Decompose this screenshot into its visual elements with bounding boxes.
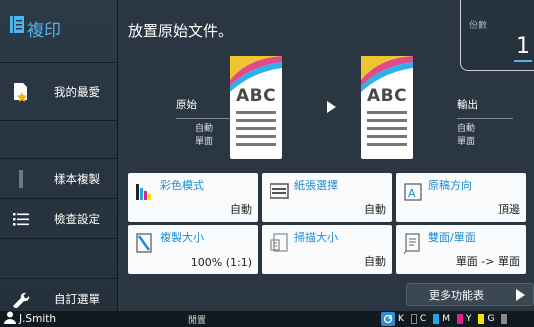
tile-orientation[interactable]: A 原稿方向 頂邊 <box>396 173 526 222</box>
scan-size-icon <box>270 232 290 254</box>
sidebar-item-label: 檢查設定 <box>54 211 100 226</box>
function-grid: 彩色模式 自動 紙張選擇 自動 A 原稿方向 頂邊 複製大小 100% (1:1… <box>128 173 526 274</box>
sidebar-title-label: 複印 <box>27 21 61 41</box>
original-color: 自動 <box>194 124 213 134</box>
duplex-icon <box>403 232 424 255</box>
sidebar-item-sample-copy[interactable]: 樣本複製 <box>0 159 117 199</box>
doc-text: ABC <box>367 86 408 106</box>
tile-name: 掃描大小 <box>294 231 338 244</box>
user-name: J.Smith <box>19 313 57 325</box>
color-mode-icon <box>136 180 156 202</box>
wrench-icon <box>0 290 42 308</box>
user-icon <box>4 311 16 327</box>
user-info[interactable]: J.Smith <box>0 311 170 327</box>
original-document-image: ABC <box>230 56 282 159</box>
reduce-enlarge-icon <box>136 232 156 254</box>
instruction-text: 放置原始文件。 <box>128 22 234 40</box>
copy-document-icon <box>10 16 24 33</box>
tile-value: 自動 <box>364 255 386 268</box>
output-color: 自動 <box>457 124 476 134</box>
tile-name: 原稿方向 <box>428 179 472 192</box>
paper-tray-icon <box>269 180 290 202</box>
sidebar-item-favorites[interactable]: 我的最愛 <box>0 63 117 121</box>
list-icon <box>0 212 42 226</box>
star-document-icon <box>0 82 42 102</box>
output-info: 輸出 自動 單面 <box>457 99 513 149</box>
tile-copy-size[interactable]: 複製大小 100% (1:1) <box>128 225 258 274</box>
sidebar: 複印 我的最愛 樣本複製 檢查設定 自訂選單 <box>0 0 118 319</box>
arrow-right-icon <box>516 289 525 301</box>
doc-lines <box>236 111 276 151</box>
ink-chip-g <box>501 314 508 324</box>
tile-value: 自動 <box>230 203 252 216</box>
more-functions-button[interactable]: 更多功能表 <box>406 283 534 306</box>
sidebar-item-label: 自訂選單 <box>54 291 100 306</box>
tile-name: 複製大小 <box>160 231 204 244</box>
main-panel: 放置原始文件。 份數 1 原始 自動 單面 ABC ABC 輸出 自動 單面 彩… <box>118 0 534 311</box>
original-sides: 單面 <box>194 137 213 147</box>
copies-label: 份數 <box>469 21 488 31</box>
doc-lines <box>367 111 407 151</box>
refresh-icon <box>381 312 395 326</box>
ink-chip-m <box>456 314 463 324</box>
tile-paper-select[interactable]: 紙張選擇 自動 <box>262 173 392 222</box>
ink-chip-y <box>478 314 485 324</box>
status-bar: J.Smith 閒置 K C M Y G <box>0 311 534 327</box>
svg-text:A: A <box>408 187 416 200</box>
ink-label-y: Y <box>465 314 472 324</box>
tile-name: 紙張選擇 <box>294 179 338 192</box>
ink-label-k: K <box>398 314 404 324</box>
ink-label-m: M <box>442 314 450 324</box>
tile-value: 單面 -> 單面 <box>455 255 520 268</box>
ink-chip-c <box>433 314 440 324</box>
copies-field[interactable]: 份數 1 <box>460 0 534 71</box>
tile-value: 100% (1:1) <box>190 256 252 269</box>
sidebar-spacer <box>0 239 117 279</box>
original-label: 原始 <box>176 99 232 119</box>
ink-chip-k <box>410 314 417 324</box>
copies-value: 1 <box>514 34 532 62</box>
more-functions-label: 更多功能表 <box>429 288 484 302</box>
output-sides: 單面 <box>457 137 476 147</box>
ink-label-g: G <box>487 314 495 324</box>
copy-mode-title: 複印 <box>0 0 117 63</box>
sidebar-spacer <box>0 121 117 159</box>
ink-levels[interactable]: K C M Y G <box>381 312 508 326</box>
output-document-image: ABC <box>361 56 413 159</box>
arrow-right-icon <box>327 101 336 113</box>
tile-color-mode[interactable]: 彩色模式 自動 <box>128 173 258 222</box>
sample-copy-icon <box>0 169 42 188</box>
tile-value: 自動 <box>364 203 386 216</box>
tile-name: 雙面/單面 <box>428 231 476 244</box>
orientation-icon: A <box>404 180 424 202</box>
original-info: 原始 自動 單面 <box>176 99 232 149</box>
sidebar-item-label: 樣本複製 <box>54 171 100 186</box>
output-label: 輸出 <box>457 99 513 119</box>
sidebar-item-label: 我的最愛 <box>54 84 100 99</box>
sidebar-item-check-settings[interactable]: 檢查設定 <box>0 199 117 239</box>
doc-text: ABC <box>236 86 277 106</box>
ink-label-c: C <box>419 314 427 324</box>
tile-name: 彩色模式 <box>160 179 204 192</box>
machine-state: 閒置 <box>188 315 207 326</box>
tile-duplex[interactable]: 雙面/單面 單面 -> 單面 <box>396 225 526 274</box>
tile-scan-size[interactable]: 掃描大小 自動 <box>262 225 392 274</box>
tile-value: 頂邊 <box>498 203 520 216</box>
